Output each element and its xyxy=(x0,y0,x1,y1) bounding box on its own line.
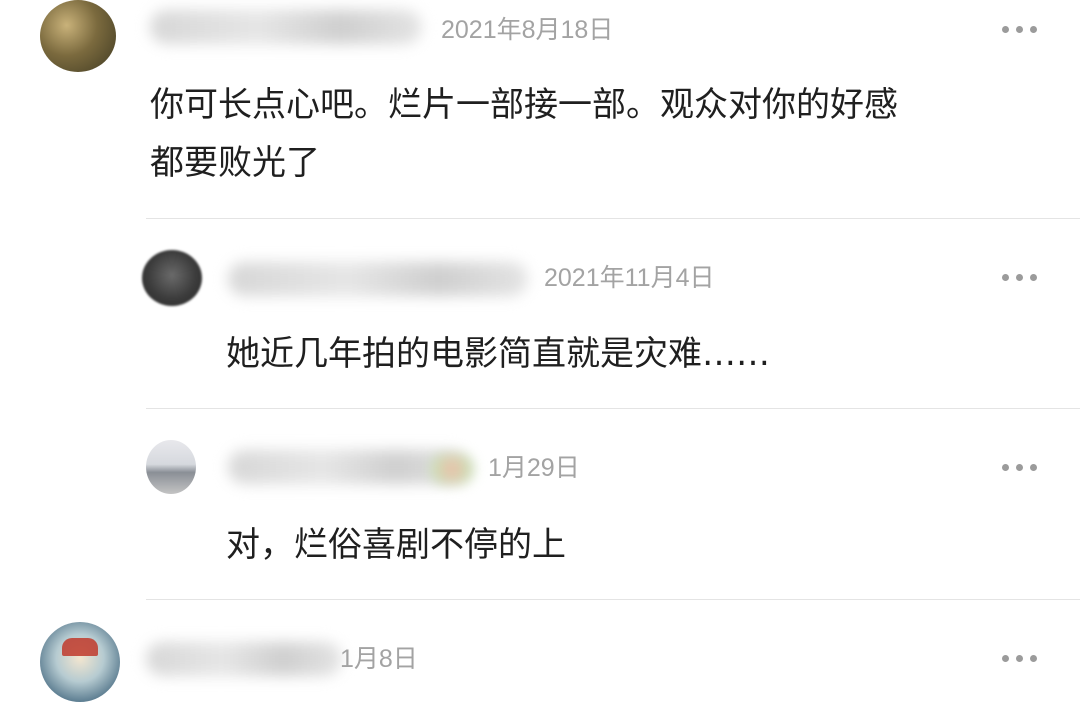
more-options-icon[interactable] xyxy=(1000,460,1040,474)
comment-text: 你可长点心吧。烂片一部接一部。观众对你的好感 都要败光了 xyxy=(150,76,1050,192)
comment-date: 2021年8月18日 xyxy=(441,16,614,44)
badge-blurred xyxy=(430,454,474,484)
avatar[interactable] xyxy=(40,0,116,72)
comment-text-line: 都要败光了 xyxy=(150,143,320,183)
username-blurred[interactable] xyxy=(150,10,422,44)
comment-date: 2021年11月4日 xyxy=(544,264,715,292)
avatar[interactable] xyxy=(146,440,196,494)
comment-date: 1月29日 xyxy=(488,454,580,482)
comment-text-line: 你可长点心吧。烂片一部接一部。观众对你的好感 xyxy=(150,85,898,125)
more-options-icon[interactable] xyxy=(1000,270,1040,284)
username-blurred[interactable] xyxy=(146,642,342,676)
divider xyxy=(146,408,1080,409)
more-options-icon[interactable] xyxy=(1000,22,1040,36)
comment-date: 1月8日 xyxy=(340,645,418,673)
username-blurred[interactable] xyxy=(228,262,528,296)
more-options-icon[interactable] xyxy=(1000,651,1040,665)
avatar[interactable] xyxy=(40,622,120,702)
comment-text: 她近几年拍的电影简直就是灾难…… xyxy=(226,334,770,374)
comment-text: 对，烂俗喜剧不停的上 xyxy=(226,525,566,565)
avatar[interactable] xyxy=(142,250,202,306)
divider xyxy=(146,218,1080,219)
divider xyxy=(146,599,1080,600)
